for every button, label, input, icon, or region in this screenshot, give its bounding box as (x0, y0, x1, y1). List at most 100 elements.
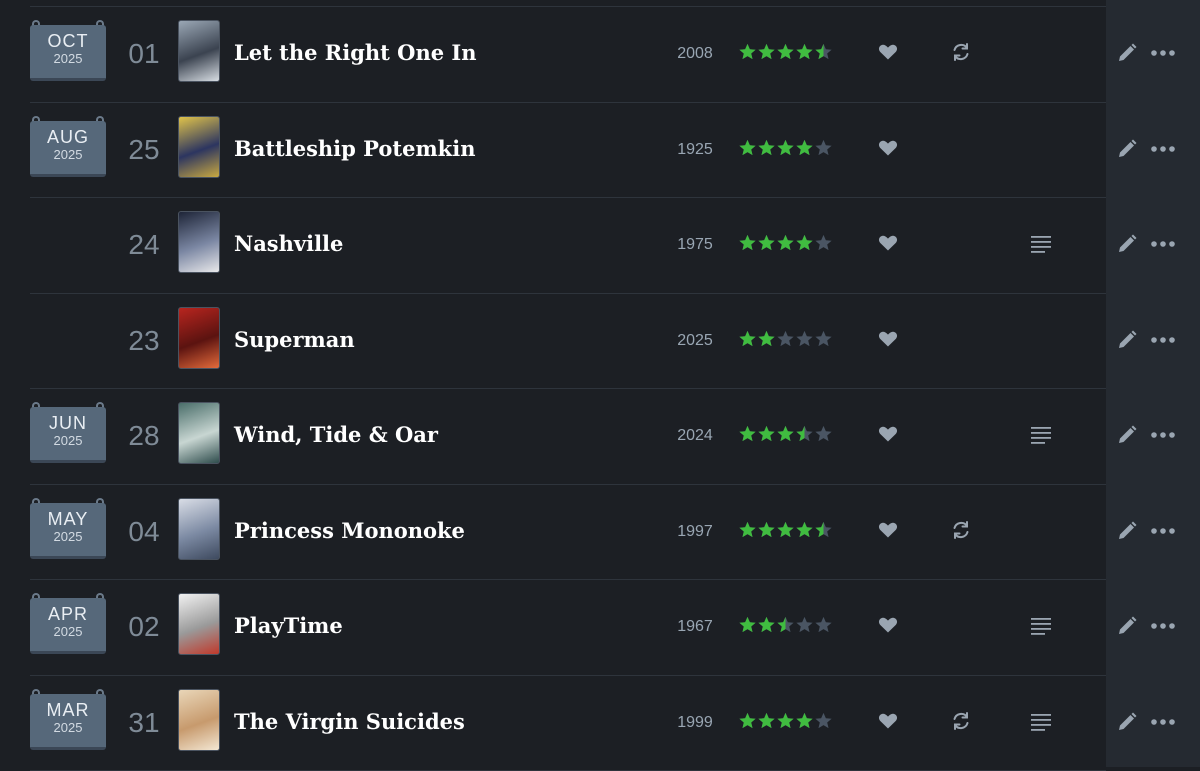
release-year[interactable]: 2025 (650, 331, 740, 351)
pencil-icon[interactable] (1116, 520, 1138, 542)
release-year[interactable]: 2008 (650, 44, 740, 64)
pencil-icon[interactable] (1116, 138, 1138, 160)
rewatch-icon[interactable] (950, 710, 972, 732)
star-icon (795, 711, 814, 731)
more-dots-icon[interactable] (1150, 43, 1176, 63)
review-lines-icon[interactable] (1030, 616, 1056, 636)
entry-year: 2025 (30, 51, 106, 66)
pencil-icon[interactable] (1116, 615, 1138, 637)
star-icon (814, 42, 833, 62)
release-year[interactable]: 1975 (650, 235, 740, 255)
star-icon (814, 329, 833, 349)
release-year[interactable]: 1999 (650, 713, 740, 733)
heart-icon[interactable] (878, 521, 900, 541)
entry-day[interactable]: 01 (124, 39, 164, 69)
more-dots-icon[interactable] (1150, 712, 1176, 732)
calendar-badge[interactable]: OCT2025 (30, 20, 106, 84)
star-rating (738, 329, 833, 351)
film-poster[interactable] (178, 20, 220, 82)
review-lines-icon[interactable] (1030, 425, 1056, 445)
star-icon (814, 233, 833, 253)
heart-icon[interactable] (878, 234, 900, 254)
pencil-icon[interactable] (1116, 329, 1138, 351)
film-title[interactable]: Princess Mononoke (234, 518, 465, 544)
film-poster[interactable] (178, 307, 220, 369)
film-poster[interactable] (178, 593, 220, 655)
film-title[interactable]: Wind, Tide & Oar (234, 422, 438, 448)
diary-entry[interactable]: JUN2025 28 Wind, Tide & Oar 2024 (30, 389, 1106, 485)
heart-icon[interactable] (878, 712, 900, 732)
film-poster[interactable] (178, 498, 220, 560)
star-icon (776, 233, 795, 253)
calendar-badge[interactable]: MAY2025 (30, 498, 106, 562)
pencil-icon[interactable] (1116, 233, 1138, 255)
pencil-icon[interactable] (1116, 711, 1138, 733)
heart-icon[interactable] (878, 139, 900, 159)
calendar-body: MAY2025 (30, 503, 106, 559)
film-poster[interactable] (178, 689, 220, 751)
pencil-icon[interactable] (1116, 42, 1138, 64)
diary-entry[interactable]: APR2025 02 PlayTime 1967 (30, 580, 1106, 676)
film-poster[interactable] (178, 402, 220, 464)
entry-year: 2025 (30, 624, 106, 639)
pencil-icon[interactable] (1116, 424, 1138, 446)
entry-day[interactable]: 02 (124, 612, 164, 642)
diary-entry[interactable]: AUG2025 25 Battleship Potemkin 1925 (30, 103, 1106, 199)
star-icon (795, 615, 814, 635)
more-dots-icon[interactable] (1150, 616, 1176, 636)
release-year[interactable]: 2024 (650, 426, 740, 446)
heart-icon[interactable] (878, 43, 900, 63)
rewatch-icon[interactable] (950, 41, 972, 63)
release-year[interactable]: 1925 (650, 140, 740, 160)
diary-entry[interactable]: MAY2025 04 Princess Mononoke 1997 (30, 485, 1106, 581)
star-rating (738, 520, 833, 542)
heart-icon[interactable] (878, 425, 900, 445)
star-icon (795, 520, 814, 540)
film-title[interactable]: Let the Right One In (234, 40, 477, 66)
entry-day[interactable]: 24 (124, 230, 164, 260)
entry-month: OCT (30, 31, 106, 51)
diary-entry[interactable]: 24 Nashville 1975 (30, 198, 1106, 294)
diary-entry[interactable]: 23 Superman 2025 (30, 294, 1106, 390)
star-icon (738, 711, 757, 731)
calendar-badge[interactable]: AUG2025 (30, 116, 106, 180)
diary-entry[interactable]: MAR2025 31 The Virgin Suicides 1999 (30, 676, 1106, 771)
review-lines-icon[interactable] (1030, 712, 1056, 732)
calendar-badge[interactable]: MAR2025 (30, 689, 106, 753)
film-title[interactable]: Battleship Potemkin (234, 136, 475, 162)
review-lines-icon[interactable] (1030, 234, 1056, 254)
entry-day[interactable]: 28 (124, 421, 164, 451)
entry-day[interactable]: 31 (124, 708, 164, 738)
star-icon (814, 520, 833, 540)
entry-month: AUG (30, 127, 106, 147)
entry-year: 2025 (30, 147, 106, 162)
release-year[interactable]: 1997 (650, 522, 740, 542)
release-year[interactable]: 1967 (650, 617, 740, 637)
calendar-badge[interactable]: APR2025 (30, 593, 106, 657)
entry-year: 2025 (30, 433, 106, 448)
film-poster[interactable] (178, 211, 220, 273)
heart-icon[interactable] (878, 616, 900, 636)
calendar-badge[interactable]: JUN2025 (30, 402, 106, 466)
entry-day[interactable]: 04 (124, 517, 164, 547)
star-rating (738, 42, 833, 64)
entry-day[interactable]: 23 (124, 326, 164, 356)
entry-day[interactable]: 25 (124, 135, 164, 165)
film-poster[interactable] (178, 116, 220, 178)
star-icon (814, 615, 833, 635)
film-title[interactable]: Superman (234, 327, 355, 353)
heart-icon[interactable] (878, 330, 900, 350)
entry-year: 2025 (30, 720, 106, 735)
star-icon (776, 615, 795, 635)
star-icon (738, 615, 757, 635)
more-dots-icon[interactable] (1150, 330, 1176, 350)
more-dots-icon[interactable] (1150, 521, 1176, 541)
more-dots-icon[interactable] (1150, 234, 1176, 254)
diary-entry[interactable]: OCT2025 01 Let the Right One In 2008 (30, 7, 1106, 103)
film-title[interactable]: Nashville (234, 231, 343, 257)
film-title[interactable]: The Virgin Suicides (234, 709, 465, 735)
rewatch-icon[interactable] (950, 519, 972, 541)
more-dots-icon[interactable] (1150, 425, 1176, 445)
film-title[interactable]: PlayTime (234, 613, 343, 639)
more-dots-icon[interactable] (1150, 139, 1176, 159)
